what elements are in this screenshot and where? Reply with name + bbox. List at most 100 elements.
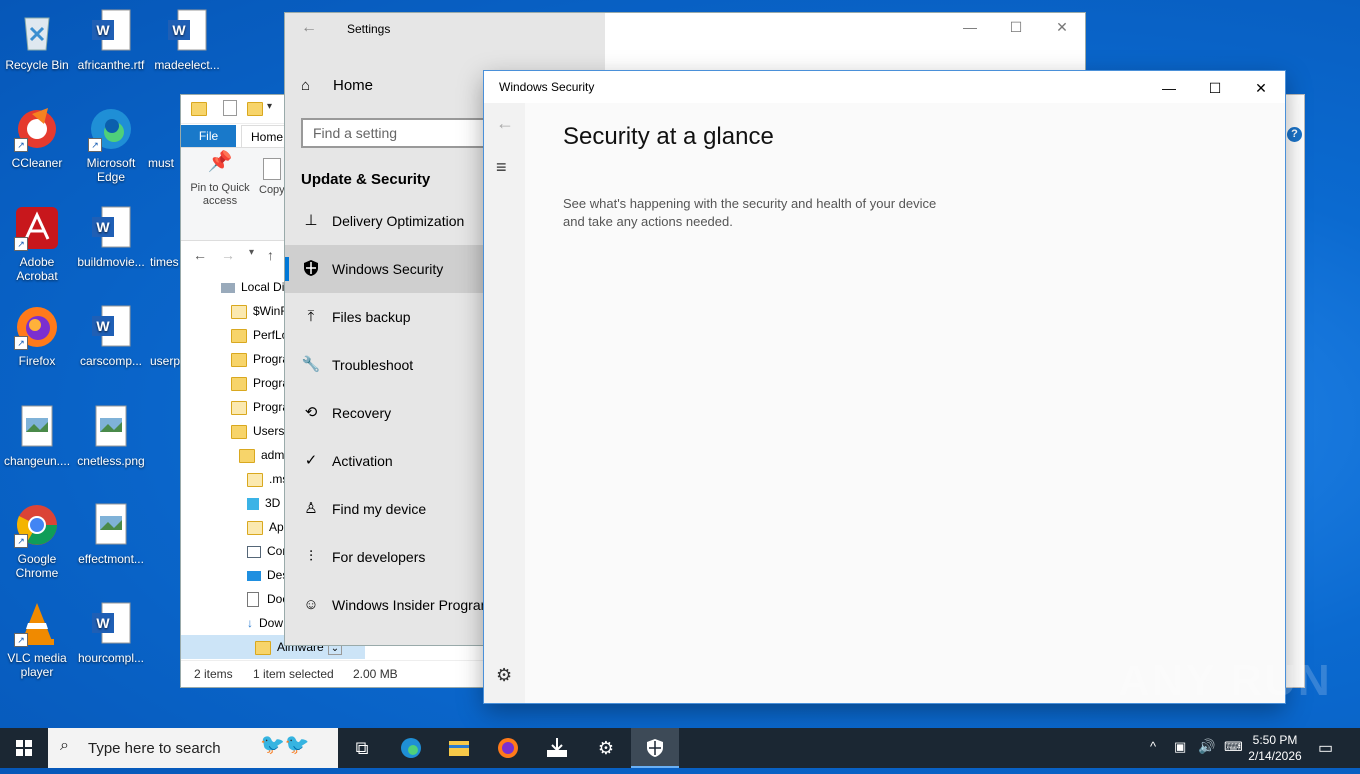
maximize-button[interactable]: ☐ [1001,19,1031,36]
tree-item[interactable]: ↓ Dow [247,611,283,635]
find-setting-input[interactable]: Find a setting [301,118,487,148]
properties-icon[interactable] [223,100,237,116]
network-icon[interactable]: ▣ [1174,739,1186,755]
acrobat-icon: ↗ [14,205,60,251]
taskbar-installer[interactable] [533,728,581,768]
home-link[interactable]: ⌂ Home [301,77,373,94]
desktop-icon-africanthe[interactable]: W africanthe.rtf [76,8,146,72]
pin-to-quick-access-button[interactable]: 📌 Pin to Quick access [187,151,253,208]
notifications-icon[interactable]: ▭ [1318,738,1333,758]
desktop-folder-icon [247,570,261,581]
desktop-icon-times[interactable]: times [150,205,184,269]
task-view-button[interactable]: ⧉ [338,728,386,768]
folder-icon [231,376,247,391]
folder-icon [231,304,247,319]
taskbar-firefox[interactable] [484,728,532,768]
desktop-icon-firefox[interactable]: ↗ Firefox [2,304,72,368]
desktop-icon-edge[interactable]: ↗ Microsoft Edge [76,106,146,184]
clock[interactable]: 5:50 PM 2/14/2026 [1245,732,1305,764]
taskbar: ⌕ Type here to search 🐦🐦 ⧉ ⚙ ^ ▣ 🔊 ⌨ 5:5… [0,728,1360,768]
image-file-icon [88,404,134,450]
back-arrow-icon[interactable]: ← [301,19,317,37]
tree-item[interactable]: .ms [247,467,288,491]
minimize-button[interactable]: — [955,19,985,35]
volume-icon[interactable]: 🔊 [1198,738,1215,755]
developer-icon: ⫶ [309,548,313,565]
tab-file[interactable]: File [181,125,236,147]
back-arrow-icon[interactable]: ← [193,247,207,263]
desktop-icon-buildmovie[interactable]: W buildmovie... [76,205,146,269]
help-icon[interactable]: ? [1287,127,1302,142]
shield-icon [301,245,321,297]
taskbar-windows-security[interactable] [631,728,679,768]
insider-icon: ☺ [303,596,319,613]
chevron-down-icon[interactable]: ▾ [249,247,254,258]
desktop-icon-userp[interactable]: userp [150,304,184,368]
forward-arrow-icon[interactable]: → [221,247,235,263]
backup-icon: ⤒ [307,308,315,325]
tree-item[interactable]: Doc [247,587,288,611]
taskbar-search-box[interactable]: ⌕ Type here to search 🐦🐦 [48,728,338,768]
tree-item[interactable]: Progra [231,347,289,371]
start-button[interactable] [0,728,48,768]
chevron-down-icon[interactable]: ▾ [267,101,272,112]
desktop-icon-chrome[interactable]: ↗ Google Chrome [2,502,72,580]
section-heading: Update & Security [301,171,431,188]
chevron-up-icon[interactable]: ^ [1150,739,1156,754]
desktop-icon-recycle-bin[interactable]: Recycle Bin [2,8,72,72]
desktop-icon-madeelect[interactable]: W madeelect... [152,8,222,72]
nav-item-delivery-optimization[interactable]: ⊥ Delivery Optimization [285,197,485,245]
desktop-icon-changeun[interactable]: changeun.... [2,404,72,468]
image-file-icon [88,502,134,548]
nav-item-windows-insider[interactable]: ☺ Windows Insider Program [285,581,492,629]
desktop-icon-cnetless[interactable]: cnetless.png [76,404,146,468]
nav-item-for-developers[interactable]: ⫶ For developers [285,533,485,581]
folder-icon [231,328,247,343]
minimize-button[interactable]: — [1146,74,1192,102]
tree-item[interactable]: Progra [231,371,289,395]
taskbar-edge[interactable] [387,728,435,768]
downloads-icon: ↓ [247,616,253,630]
image-file-icon [14,404,60,450]
new-folder-icon[interactable] [247,102,263,116]
tree-item[interactable]: Local Dis [221,275,290,299]
desktop-icon-acrobat[interactable]: ↗ Adobe Acrobat [2,205,72,283]
desktop-icon-hourcompl[interactable]: W hourcompl... [76,601,146,665]
desktop-icon-carscomp[interactable]: W carscomp... [76,304,146,368]
keyboard-icon[interactable]: ⌨ [1224,739,1243,755]
desktop-icon-effectmont[interactable]: effectmont... [76,502,146,566]
tree-item[interactable]: Con [247,539,289,563]
desktop-icon-vlc[interactable]: ↗ VLC media player [2,601,72,679]
tree-item[interactable]: Users [231,419,284,443]
taskbar-file-explorer[interactable] [435,728,483,768]
taskbar-settings[interactable]: ⚙ [582,728,630,768]
shield-icon [647,739,663,757]
back-arrow-icon[interactable]: ← [496,113,514,134]
delivery-icon: ⊥ [304,212,318,229]
desktop-icon-ccleaner[interactable]: ↗ CCleaner [2,106,72,170]
tree-item[interactable]: Des [247,563,288,587]
close-button[interactable]: ✕ [1047,19,1077,36]
3d-objects-icon [247,497,259,510]
nav-item-troubleshoot[interactable]: 🔧 Troubleshoot [285,341,485,389]
gear-icon[interactable]: ⚙ [496,665,512,686]
nav-item-files-backup[interactable]: ⤒ Files backup [285,293,485,341]
up-arrow-icon[interactable]: ↑ [267,247,274,263]
contacts-icon [247,545,261,558]
window-title: Windows Security [499,80,595,94]
folder-icon [231,400,247,415]
navigation-rail: ← ≡ ⚙ [484,103,525,703]
nav-item-activation[interactable]: ✓ Activation [285,437,485,485]
tree-item[interactable]: App [247,515,290,539]
tree-item[interactable]: Progra [231,395,289,419]
tree-item[interactable]: admi [239,443,287,467]
nav-item-recovery[interactable]: ⟲ Recovery [285,389,485,437]
windows-security-titlebar: Windows Security — ☐ ✕ [484,71,1285,103]
hamburger-menu-icon[interactable]: ≡ [496,157,507,178]
pin-icon: 📌 [207,151,233,173]
close-button[interactable]: ✕ [1238,74,1284,102]
nav-item-find-my-device[interactable]: ♙ Find my device [285,485,485,533]
background-window-edge: ? [1284,94,1305,688]
maximize-button[interactable]: ☐ [1192,74,1238,102]
nav-item-windows-security[interactable]: Windows Security [285,245,485,293]
